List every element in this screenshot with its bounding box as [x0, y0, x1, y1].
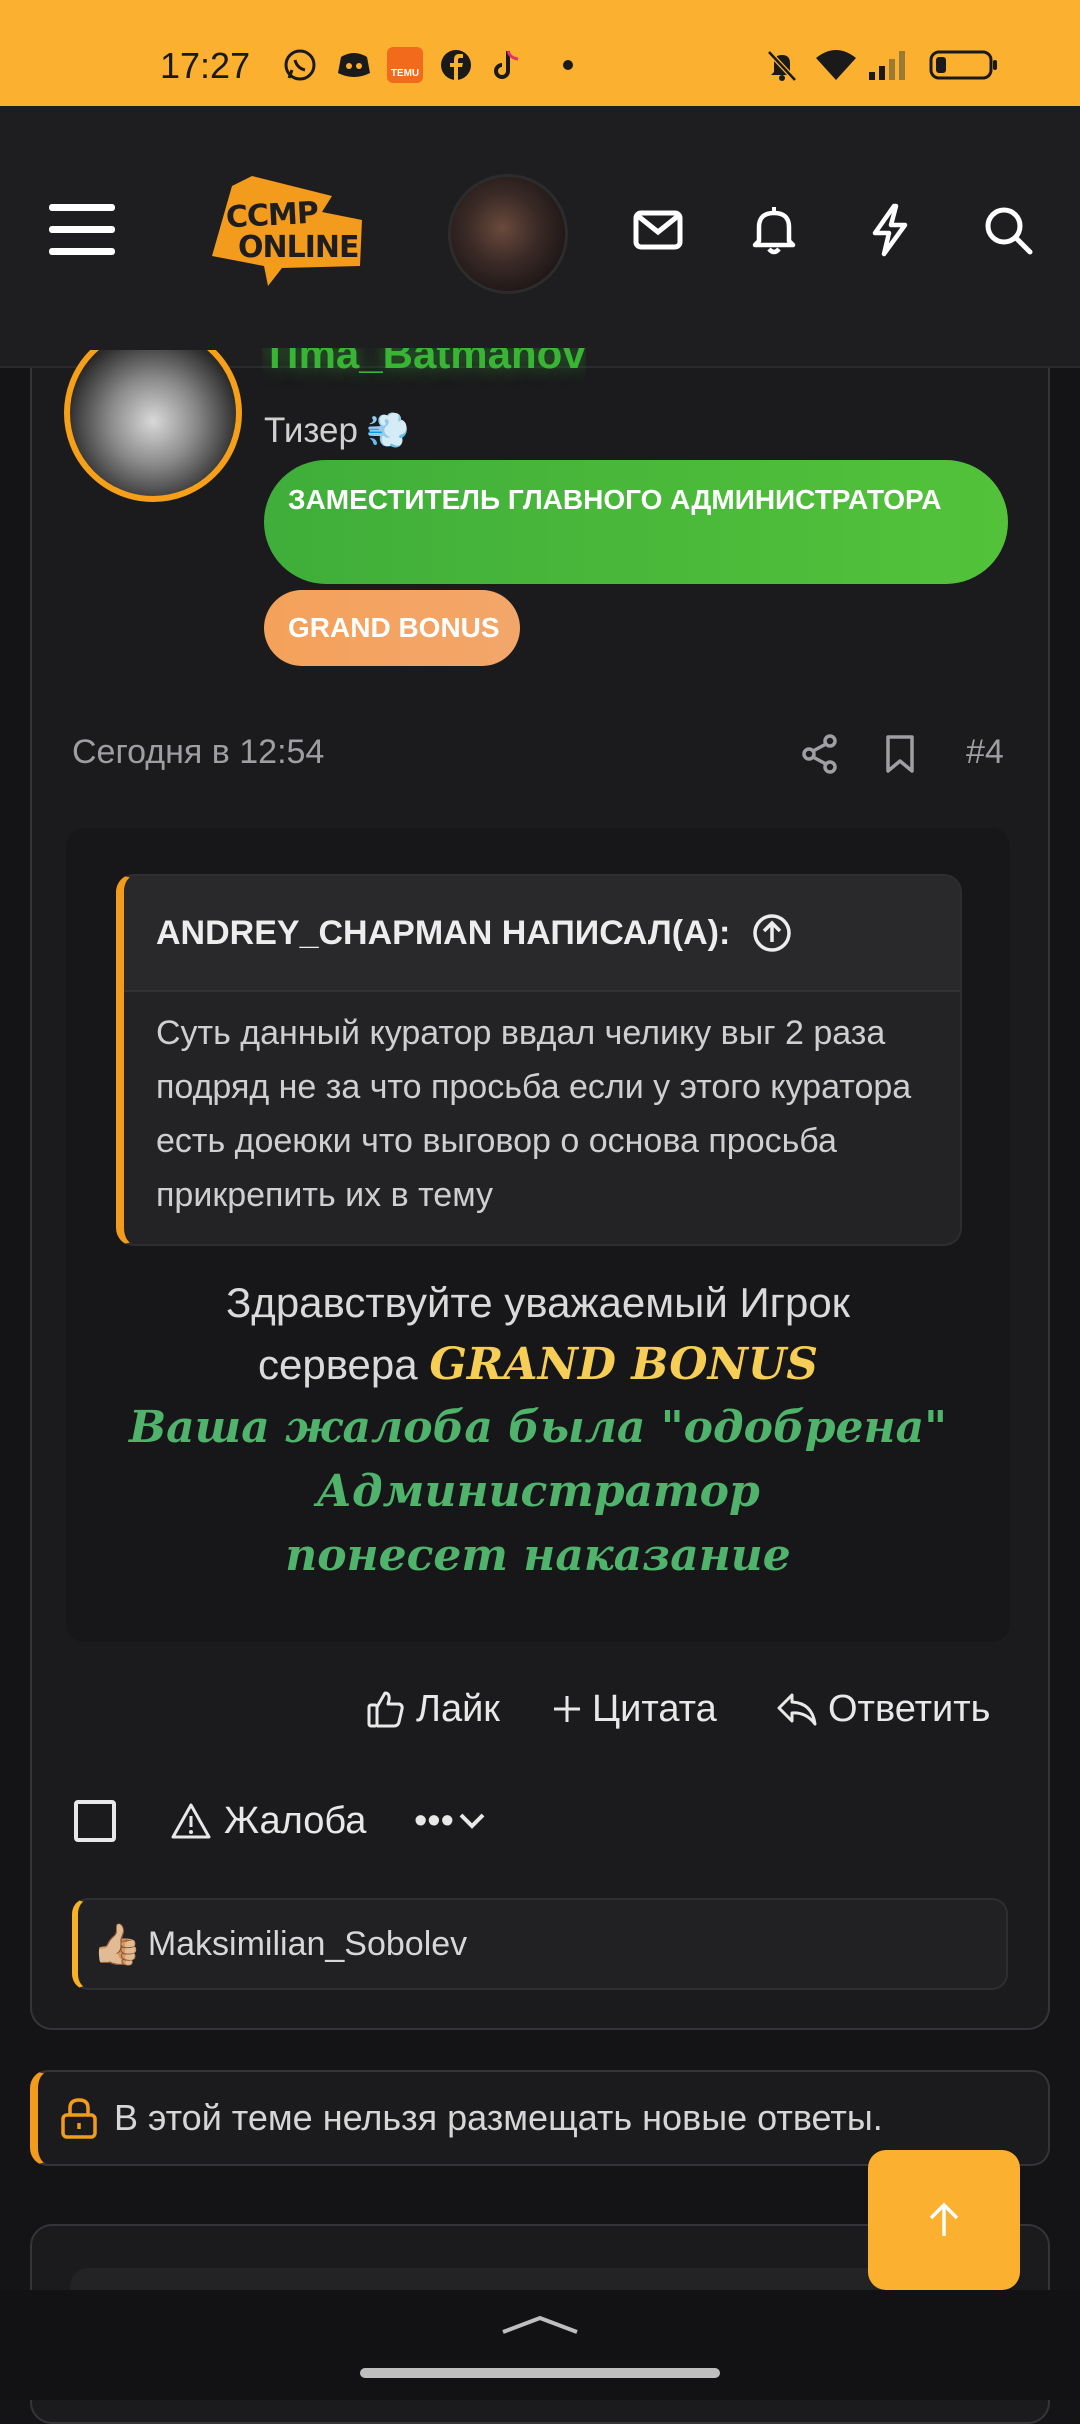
message-approved: Ваша жалоба была "одобрена" [128, 1402, 948, 1453]
plus-icon [554, 1696, 580, 1722]
thumbs-up-reaction-icon: 👍🏼 [92, 1922, 142, 1967]
whats-new-button[interactable] [830, 170, 950, 290]
arrow-up-circle-icon[interactable] [752, 913, 792, 953]
reply-icon [777, 1693, 817, 1726]
alerts-button[interactable] [714, 170, 834, 290]
status-bar: 17:27 TEMU [0, 0, 1080, 106]
like-label: Лайк [416, 1687, 500, 1730]
chevron-down-icon [459, 1813, 485, 1829]
report-button[interactable]: Жалоба [170, 1794, 366, 1848]
reply-button[interactable]: Ответить [776, 1684, 990, 1734]
home-indicator[interactable] [360, 2368, 720, 2378]
quote-text: Суть данный куратор ввдал челику выг 2 р… [156, 1014, 912, 1214]
role-badge-grand-bonus: GRAND BONUS [264, 590, 520, 666]
author-username-text: Tima_Batmanov [262, 348, 586, 377]
message-server-name: GRAND BONUS [429, 1339, 818, 1390]
message-server-line: сервера GRAND BONUS [66, 1334, 1010, 1396]
quote-author: ANDREY_CHAPMAN НАПИСАЛ(А): [156, 913, 731, 952]
quote-header[interactable]: ANDREY_CHAPMAN НАПИСАЛ(А): [124, 876, 960, 992]
battery-icon [928, 48, 1000, 82]
status-time: 17:27 [160, 45, 251, 86]
quote-button[interactable]: Цитата [552, 1684, 717, 1734]
bell-icon [752, 207, 796, 255]
select-post-checkbox[interactable] [74, 1800, 116, 1842]
quote-block: ANDREY_CHAPMAN НАПИСАЛ(А): Суть данный к… [116, 874, 962, 1246]
dash-emoji-icon: 💨 [365, 411, 410, 450]
message-server-prefix: сервера [258, 1341, 418, 1388]
envelope-icon [633, 210, 683, 250]
whatsapp-icon [282, 48, 318, 82]
signal-icon [866, 48, 912, 82]
tiktok-icon [490, 48, 526, 82]
system-bottom-bar [0, 2290, 1080, 2400]
menu-button[interactable] [22, 170, 142, 290]
post-date[interactable]: Сегодня в 12:54 [72, 733, 324, 772]
author-avatar[interactable] [64, 350, 242, 502]
more-dots: ••• [414, 1799, 454, 1842]
post-number[interactable]: #4 [966, 733, 1004, 772]
expand-toolbar-button[interactable] [500, 2312, 580, 2341]
chevron-up-icon [502, 2315, 578, 2334]
warning-icon [171, 1803, 211, 1839]
search-button[interactable] [948, 170, 1068, 290]
post-message: Здравствуйте уважаемый Игрок сервера GRA… [66, 1272, 1010, 1588]
top-navigation: CCMP ONLINE [0, 106, 1080, 368]
message-greeting: Здравствуйте уважаемый Игрок [225, 1279, 851, 1326]
share-button[interactable] [798, 730, 842, 778]
author-title: Тизер 💨 [264, 410, 410, 451]
role-badge-deputy-admin: ЗАМЕСТИТЕЛЬ ГЛАВНОГО АДМИНИСТРАТОРА [264, 460, 1008, 584]
hamburger-icon [49, 204, 115, 255]
bookmark-icon [886, 735, 914, 773]
mute-icon [764, 48, 800, 82]
arrow-up-icon [929, 2202, 959, 2236]
site-logo[interactable]: CCMP ONLINE [212, 176, 362, 290]
report-label: Жалоба [224, 1799, 367, 1842]
discord-icon [336, 48, 372, 82]
logo-line2: ONLINE [238, 230, 359, 265]
temu-label: TEMU [387, 47, 423, 83]
like-button[interactable]: Лайк [366, 1684, 500, 1734]
temu-icon: TEMU [386, 47, 424, 83]
message-punish: Администратор понесет наказание [285, 1466, 791, 1581]
author-username[interactable]: Tima_Batmanov [262, 348, 586, 388]
lock-icon [61, 2098, 97, 2139]
thumbs-up-icon [367, 1691, 404, 1728]
reactions-bar[interactable]: 👍🏼 Maksimilian_Sobolev [72, 1898, 1008, 1990]
author-title-text: Тизер [264, 410, 358, 450]
thread-closed-text: В этой теме нельзя размещать новые ответ… [114, 2097, 883, 2138]
bookmark-button[interactable] [880, 730, 920, 778]
wifi-icon [814, 48, 858, 82]
share-icon [802, 734, 837, 774]
facebook-icon [438, 48, 474, 82]
quote-label: Цитата [592, 1687, 717, 1730]
inbox-button[interactable] [598, 170, 718, 290]
user-avatar-button[interactable] [448, 174, 568, 294]
search-icon [985, 207, 1033, 255]
scroll-top-button[interactable] [868, 2150, 1020, 2290]
reply-label: Ответить [828, 1687, 991, 1730]
reaction-users[interactable]: Maksimilian_Sobolev [148, 1925, 467, 1964]
dot-icon [560, 48, 576, 82]
lightning-icon [872, 203, 908, 257]
more-actions-button[interactable]: ••• [414, 1794, 486, 1848]
